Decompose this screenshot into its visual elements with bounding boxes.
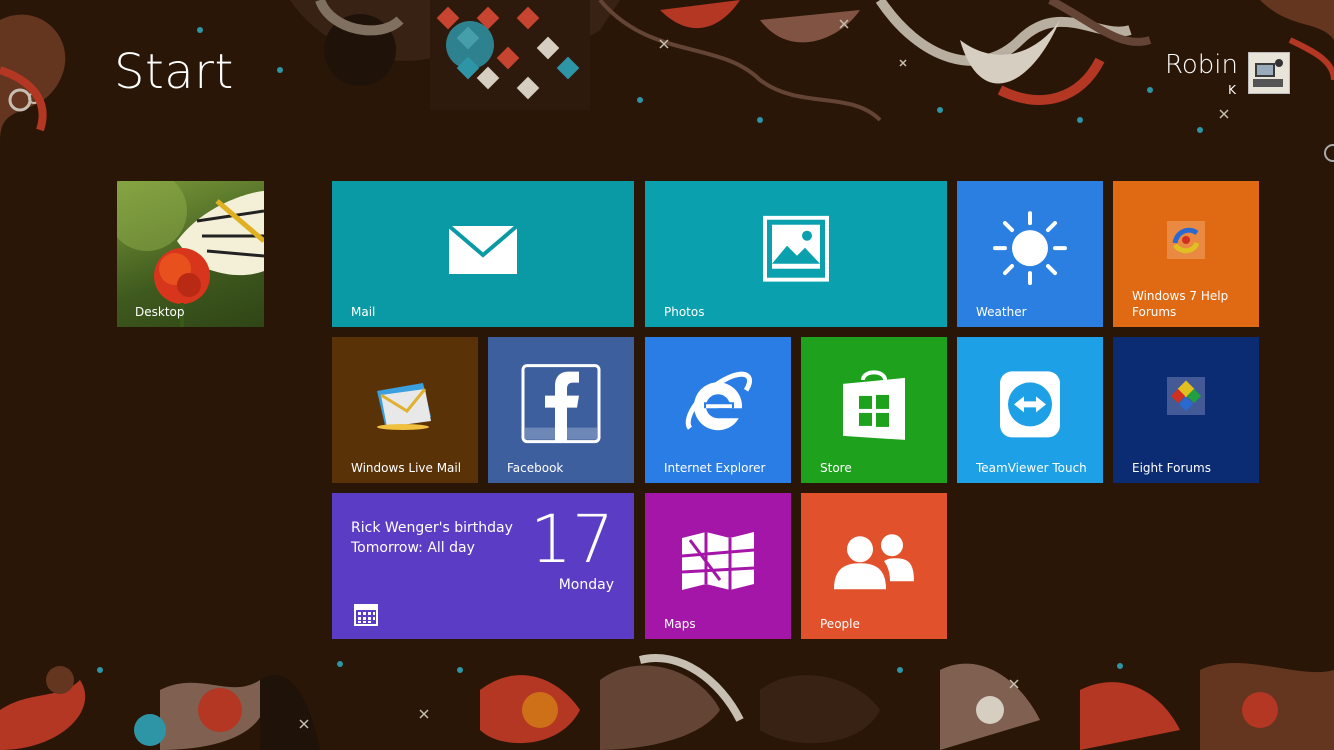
tile-label-line1: Windows 7 Help [1132, 289, 1229, 303]
photos-icon [763, 215, 829, 282]
windows-live-mail-icon [377, 383, 431, 430]
tile-label: Windows Live Mail [351, 461, 462, 475]
tile-label: Internet Explorer [664, 461, 766, 475]
internet-explorer-icon [685, 371, 752, 431]
tile-eight-forums[interactable]: Eight Forums [1113, 337, 1259, 483]
tile-label: Facebook [507, 461, 564, 475]
maps-icon [681, 532, 755, 591]
mail-icon [448, 225, 518, 274]
facebook-icon [521, 364, 601, 444]
tile-store[interactable]: Store [801, 337, 947, 483]
tile-weather[interactable]: Weather [957, 181, 1103, 327]
tile-photos[interactable]: Photos [645, 181, 947, 327]
tile-label: Eight Forums [1132, 461, 1211, 475]
start-title: Start [114, 44, 234, 100]
tile-label-line2: Forums [1132, 305, 1177, 319]
avatar-computer-icon [1253, 59, 1283, 87]
tile-mail[interactable]: Mail [332, 181, 634, 327]
calendar-event-time: Tomorrow: All day [351, 540, 475, 556]
tile-windows-7-help-forums[interactable]: Windows 7 Help Forums [1113, 181, 1259, 327]
calendar-date: 17 [530, 501, 614, 578]
calendar-icon [354, 604, 378, 626]
tile-maps[interactable]: Maps [645, 493, 791, 639]
tile-label: Mail [351, 305, 376, 319]
tile-people[interactable]: People [801, 493, 947, 639]
calendar-day: Monday [558, 577, 614, 593]
tile-calendar[interactable]: Rick Wenger's birthday Tomorrow: All day… [332, 493, 634, 639]
calendar-event: Rick Wenger's birthday Tomorrow: All day [351, 518, 513, 558]
user-first-name: Robin [1164, 50, 1238, 80]
teamviewer-icon [1000, 371, 1060, 438]
tile-label: Store [820, 461, 852, 475]
calendar-event-title: Rick Wenger's birthday [351, 520, 513, 536]
tile-facebook[interactable]: Facebook [488, 337, 634, 483]
user-last-name: K [1228, 83, 1236, 98]
user-account[interactable]: Robin K [1164, 50, 1290, 98]
tile-windows-live-mail[interactable]: Windows Live Mail [332, 337, 478, 483]
tile-label: Weather [976, 305, 1027, 319]
tile-teamviewer-touch[interactable]: TeamViewer Touch [957, 337, 1103, 483]
tile-label: Windows 7 Help Forums [1132, 288, 1228, 320]
scroll-hint-icon [1324, 144, 1334, 162]
tile-label: Photos [664, 305, 705, 319]
tile-label: TeamViewer Touch [976, 461, 1087, 475]
tile-label: Desktop [135, 305, 185, 319]
tile-internet-explorer[interactable]: Internet Explorer [645, 337, 791, 483]
tile-label: Maps [664, 617, 696, 631]
people-icon [834, 534, 914, 590]
tile-desktop[interactable]: Desktop [117, 181, 264, 327]
user-names: Robin K [1164, 50, 1238, 98]
sun-icon [993, 211, 1067, 286]
tile-label: People [820, 617, 860, 631]
eight-forums-icon [1167, 377, 1205, 415]
avatar[interactable] [1248, 52, 1290, 94]
floral-background-bottom [0, 654, 1334, 750]
windows7-forums-icon [1167, 221, 1205, 259]
store-bag-icon [843, 370, 905, 440]
